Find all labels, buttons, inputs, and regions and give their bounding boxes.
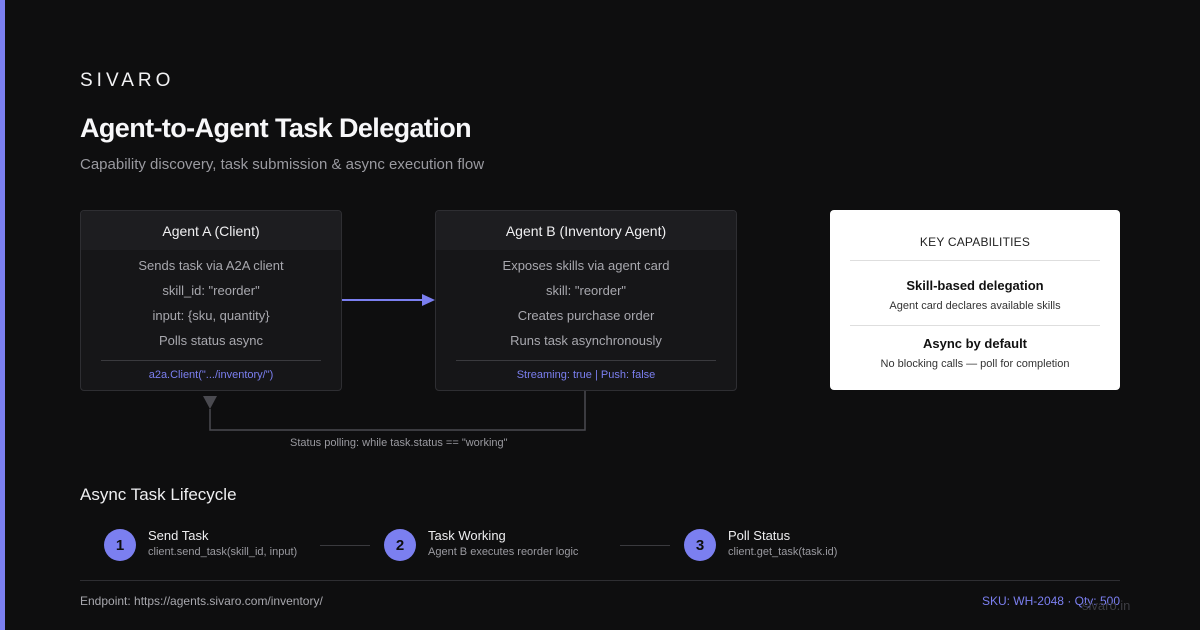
capability-title: Async by default <box>922 336 1028 351</box>
agent-b-line: Exposes skills via agent card <box>502 258 670 273</box>
footer-divider <box>80 580 1120 581</box>
step-1-badge: 1 <box>104 529 136 561</box>
agent-b-line: Runs task asynchronously <box>510 333 662 348</box>
capability-description: Agent card declares available skills <box>889 300 1061 312</box>
step-1-description: client.send_task(skill_id, input) <box>148 546 298 558</box>
agent-b-footer: Streaming: true | Push: false <box>516 369 656 381</box>
step-1-title: Send Task <box>148 528 209 543</box>
agent-a-line: Sends task via A2A client <box>138 258 284 273</box>
status-polling-arrowhead <box>203 396 217 409</box>
agent-a-line: skill_id: "reorder" <box>162 283 260 298</box>
step-connector <box>620 545 670 546</box>
agent-a-footer: a2a.Client(".../inventory/") <box>148 369 274 381</box>
key-capabilities-card: KEY CAPABILITIES Skill-based delegation … <box>830 210 1120 390</box>
agent-a-line: Polls status async <box>158 333 264 348</box>
status-polling-label: Status polling: while task.status == "wo… <box>290 437 508 449</box>
step-2-description: Agent B executes reorder logic <box>428 546 579 558</box>
step-2-badge: 2 <box>384 529 416 561</box>
step-2-title: Task Working <box>428 528 506 543</box>
agent-b-header: Agent B (Inventory Agent) <box>436 211 736 250</box>
status-polling-path <box>209 390 586 431</box>
agent-a-card: Agent A (Client) Sends task via A2A clie… <box>80 210 342 391</box>
capabilities-heading: KEY CAPABILITIES <box>919 235 1031 249</box>
endpoint-text: Endpoint: https://agents.sivaro.com/inve… <box>80 594 323 608</box>
agent-b-line: Creates purchase order <box>517 308 655 323</box>
step-3-title: Poll Status <box>728 528 791 543</box>
capability-title: Skill-based delegation <box>906 278 1044 293</box>
step-3-description: client.get_task(task.id) <box>728 546 838 558</box>
watermark: sivaro.in <box>1082 598 1131 613</box>
capabilities-divider <box>850 325 1100 326</box>
agent-a-line: input: {sku, quantity} <box>152 308 270 323</box>
delegation-arrowhead <box>422 294 435 306</box>
step-connector <box>320 545 370 546</box>
capability-description: No blocking calls — poll for completion <box>880 358 1070 370</box>
lifecycle-title: Async Task Lifecycle <box>80 485 237 504</box>
agent-a-header: Agent A (Client) <box>81 211 341 250</box>
agent-b-line: skill: "reorder" <box>545 283 627 298</box>
agent-b-card: Agent B (Inventory Agent) Exposes skills… <box>435 210 737 391</box>
capabilities-divider <box>850 260 1100 261</box>
step-3-badge: 3 <box>684 529 716 561</box>
